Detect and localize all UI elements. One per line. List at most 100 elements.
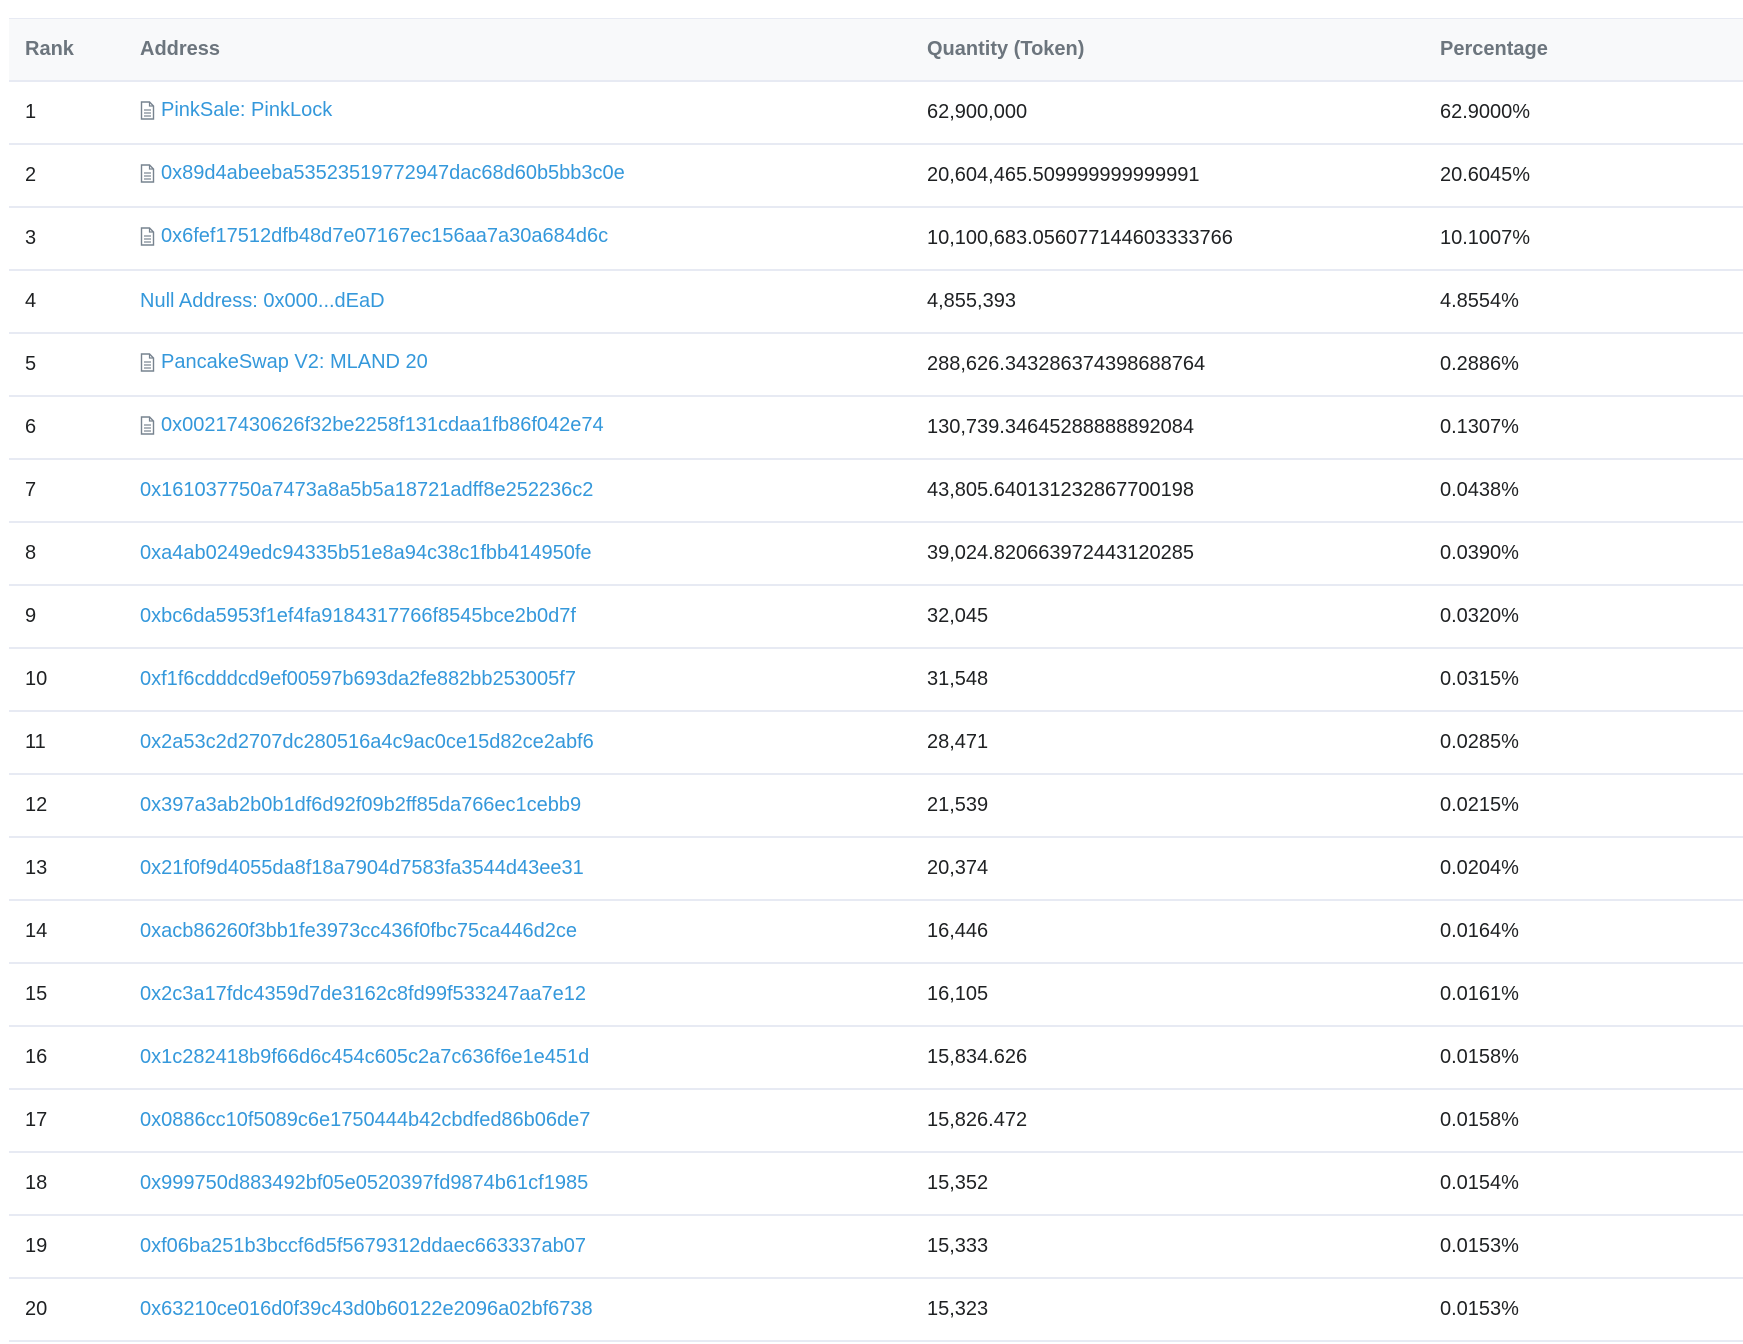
quantity-cell: 32,045 xyxy=(927,604,989,627)
address-cell: 0xf06ba251b3bccf6d5f5679312ddaec663337ab… xyxy=(140,1215,927,1278)
address-cell: Null Address: 0x000...dEaD xyxy=(140,270,927,333)
holder-address-link[interactable]: PinkSale: PinkLock xyxy=(140,99,332,122)
address-cell: PinkSale: PinkLock xyxy=(140,81,927,144)
percentage-cell: 62.9000% xyxy=(1440,100,1531,123)
holder-address-link[interactable]: 0x63210ce016d0f39c43d0b60122e2096a02bf67… xyxy=(140,1298,593,1321)
holder-address-text: 0x21f0f9d4055da8f18a7904d7583fa3544d43ee… xyxy=(140,856,584,879)
table-row: 20 0x63210ce016d0f39c43d0b60122e2096a02b… xyxy=(9,1278,1743,1341)
holder-address-link[interactable]: 0x00217430626f32be2258f131cdaa1fb86f042e… xyxy=(140,414,604,437)
holder-address-text: PinkSale: PinkLock xyxy=(161,98,333,121)
rank-cell: 5 xyxy=(25,352,37,375)
rank-cell: 13 xyxy=(25,856,48,879)
address-cell: 0x00217430626f32be2258f131cdaa1fb86f042e… xyxy=(140,396,927,459)
rank-cell: 15 xyxy=(25,982,48,1005)
holder-address-link[interactable]: 0x397a3ab2b0b1df6d92f09b2ff85da766ec1ceb… xyxy=(140,794,581,817)
holder-address-link[interactable]: 0x89d4abeeba53523519772947dac68d60b5bb3c… xyxy=(140,162,625,185)
rank-cell: 20 xyxy=(25,1297,48,1320)
table-row: 17 0x0886cc10f5089c6e1750444b42cbdfed86b… xyxy=(9,1089,1743,1152)
quantity-cell: 15,323 xyxy=(927,1297,989,1320)
holder-address-text: 0x161037750a7473a8a5b5a18721adff8e252236… xyxy=(140,478,594,501)
percentage-cell: 0.2886% xyxy=(1440,352,1519,375)
percentage-cell: 4.8554% xyxy=(1440,289,1519,312)
column-header-address: Address xyxy=(140,37,221,60)
rank-cell: 17 xyxy=(25,1108,48,1131)
rank-cell: 12 xyxy=(25,793,48,816)
address-cell: 0x1c282418b9f66d6c454c605c2a7c636f6e1e45… xyxy=(140,1026,927,1089)
quantity-cell: 288,626.343286374398688764 xyxy=(927,352,1206,375)
address-cell: PancakeSwap V2: MLAND 20 xyxy=(140,333,927,396)
address-cell: 0x397a3ab2b0b1df6d92f09b2ff85da766ec1ceb… xyxy=(140,774,927,837)
quantity-cell: 15,333 xyxy=(927,1234,989,1257)
table-header: Rank Address Quantity (Token) Percentage xyxy=(9,18,1743,81)
holder-address-link[interactable]: 0xbc6da5953f1ef4fa9184317766f8545bce2b0d… xyxy=(140,605,576,628)
holder-address-text: 0x999750d883492bf05e0520397fd9874b61cf19… xyxy=(140,1171,589,1194)
holder-address-link[interactable]: 0xa4ab0249edc94335b51e8a94c38c1fbb414950… xyxy=(140,542,592,565)
address-cell: 0x999750d883492bf05e0520397fd9874b61cf19… xyxy=(140,1152,927,1215)
holder-address-link[interactable]: PancakeSwap V2: MLAND 20 xyxy=(140,351,428,374)
percentage-cell: 0.0320% xyxy=(1440,604,1519,627)
table-row: 1 PinkSale: PinkLock 62,900,000 62.9000% xyxy=(9,81,1743,144)
table-row: 13 0x21f0f9d4055da8f18a7904d7583fa3544d4… xyxy=(9,837,1743,900)
table-row: 6 0x00217430626f32be2258f131cdaa1fb86f04… xyxy=(9,396,1743,459)
holder-address-link[interactable]: 0x2c3a17fdc4359d7de3162c8fd99f533247aa7e… xyxy=(140,983,586,1006)
rank-cell: 8 xyxy=(25,541,37,564)
holder-address-link[interactable]: 0x0886cc10f5089c6e1750444b42cbdfed86b06d… xyxy=(140,1109,590,1132)
rank-cell: 9 xyxy=(25,604,37,627)
holder-address-link[interactable]: Null Address: 0x000...dEaD xyxy=(140,290,385,313)
holder-address-text: Null Address: 0x000...dEaD xyxy=(140,289,385,312)
quantity-cell: 15,834.626 xyxy=(927,1045,1028,1068)
holder-address-text: 0xf06ba251b3bccf6d5f5679312ddaec663337ab… xyxy=(140,1234,586,1257)
percentage-cell: 20.6045% xyxy=(1440,163,1531,186)
holder-address-text: 0xacb86260f3bb1fe3973cc436f0fbc75ca446d2… xyxy=(140,919,578,942)
quantity-cell: 16,105 xyxy=(927,982,989,1005)
table-row: 2 0x89d4abeeba53523519772947dac68d60b5bb… xyxy=(9,144,1743,207)
column-header-rank: Rank xyxy=(25,37,74,60)
rank-cell: 10 xyxy=(25,667,48,690)
address-cell: 0x2a53c2d2707dc280516a4c9ac0ce15d82ce2ab… xyxy=(140,711,927,774)
table-row: 3 0x6fef17512dfb48d7e07167ec156aa7a30a68… xyxy=(9,207,1743,270)
token-holders-panel: Rank Address Quantity (Token) Percentage… xyxy=(0,0,1743,1344)
holder-address-link[interactable]: 0xacb86260f3bb1fe3973cc436f0fbc75ca446d2… xyxy=(140,920,577,943)
file-text-icon xyxy=(140,352,155,372)
quantity-cell: 62,900,000 xyxy=(927,100,1028,123)
holder-address-text: 0x0886cc10f5089c6e1750444b42cbdfed86b06d… xyxy=(140,1108,591,1131)
quantity-cell: 16,446 xyxy=(927,919,989,942)
holder-address-text: 0x1c282418b9f66d6c454c605c2a7c636f6e1e45… xyxy=(140,1045,590,1068)
holder-address-text: 0x63210ce016d0f39c43d0b60122e2096a02bf67… xyxy=(140,1297,593,1320)
percentage-cell: 0.0153% xyxy=(1440,1234,1519,1257)
holder-address-link[interactable]: 0x2a53c2d2707dc280516a4c9ac0ce15d82ce2ab… xyxy=(140,731,594,754)
holder-address-link[interactable]: 0x21f0f9d4055da8f18a7904d7583fa3544d43ee… xyxy=(140,857,584,880)
holder-address-link[interactable]: 0xf06ba251b3bccf6d5f5679312ddaec663337ab… xyxy=(140,1235,586,1258)
table-row: 16 0x1c282418b9f66d6c454c605c2a7c636f6e1… xyxy=(9,1026,1743,1089)
holder-address-link[interactable]: 0x1c282418b9f66d6c454c605c2a7c636f6e1e45… xyxy=(140,1046,589,1069)
quantity-cell: 20,374 xyxy=(927,856,989,879)
table-row: 19 0xf06ba251b3bccf6d5f5679312ddaec66333… xyxy=(9,1215,1743,1278)
percentage-cell: 0.0438% xyxy=(1440,478,1519,501)
holder-address-text: 0x89d4abeeba53523519772947dac68d60b5bb3c… xyxy=(161,161,625,184)
holder-address-text: PancakeSwap V2: MLAND 20 xyxy=(161,350,428,373)
holder-address-text: 0x397a3ab2b0b1df6d92f09b2ff85da766ec1ceb… xyxy=(140,793,582,816)
table-row: 10 0xf1f6cdddcd9ef00597b693da2fe882bb253… xyxy=(9,648,1743,711)
holder-address-link[interactable]: 0x999750d883492bf05e0520397fd9874b61cf19… xyxy=(140,1172,588,1195)
percentage-cell: 0.0153% xyxy=(1440,1297,1519,1320)
rank-cell: 1 xyxy=(25,100,37,123)
holder-address-link[interactable]: 0x161037750a7473a8a5b5a18721adff8e252236… xyxy=(140,479,593,502)
quantity-cell: 130,739.34645288888892084 xyxy=(927,415,1194,438)
address-cell: 0x2c3a17fdc4359d7de3162c8fd99f533247aa7e… xyxy=(140,963,927,1026)
holder-address-link[interactable]: 0x6fef17512dfb48d7e07167ec156aa7a30a684d… xyxy=(140,225,608,248)
holder-address-link[interactable]: 0xf1f6cdddcd9ef00597b693da2fe882bb253005… xyxy=(140,668,576,691)
rank-cell: 2 xyxy=(25,163,37,186)
address-cell: 0x0886cc10f5089c6e1750444b42cbdfed86b06d… xyxy=(140,1089,927,1152)
table-row: 18 0x999750d883492bf05e0520397fd9874b61c… xyxy=(9,1152,1743,1215)
address-cell: 0x21f0f9d4055da8f18a7904d7583fa3544d43ee… xyxy=(140,837,927,900)
table-row: 15 0x2c3a17fdc4359d7de3162c8fd99f533247a… xyxy=(9,963,1743,1026)
table-row: 12 0x397a3ab2b0b1df6d92f09b2ff85da766ec1… xyxy=(9,774,1743,837)
address-cell: 0xbc6da5953f1ef4fa9184317766f8545bce2b0d… xyxy=(140,585,927,648)
column-header-quantity: Quantity (Token) xyxy=(927,37,1085,60)
rank-cell: 11 xyxy=(25,730,46,753)
rank-cell: 7 xyxy=(25,478,37,501)
table-body: 1 PinkSale: PinkLock 62,900,000 62.9000%… xyxy=(9,81,1743,1341)
rank-cell: 6 xyxy=(25,415,37,438)
percentage-cell: 0.0204% xyxy=(1440,856,1519,879)
file-text-icon xyxy=(140,163,155,183)
